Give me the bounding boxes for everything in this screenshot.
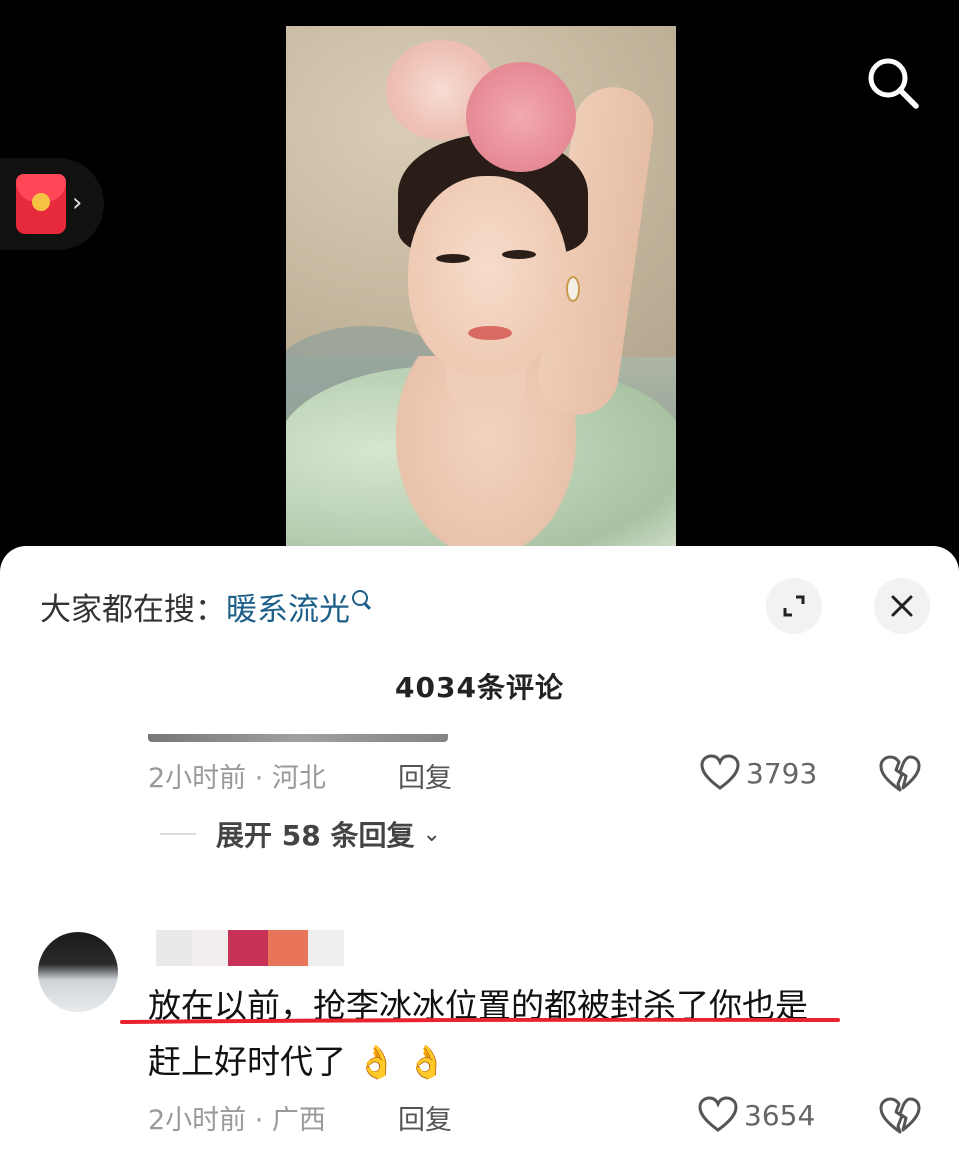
expand-icon [783,595,805,617]
chevron-down-icon: ⌄ [422,821,441,847]
ok-hand-emoji: 👌 [406,1043,447,1081]
video-frame [286,26,676,560]
dislike-button[interactable] [878,1096,922,1140]
heart-icon [698,1096,738,1132]
search-button[interactable] [862,52,922,112]
like-button[interactable]: 3793 [700,754,817,792]
ok-hand-emoji: 👌 [356,1043,397,1081]
red-envelope-icon [16,174,66,234]
comments-count-title: 4034条评论 [0,666,959,706]
avatar[interactable] [38,932,118,1012]
hot-search-bar: 大家都在搜：暖系流光 [40,584,368,629]
comment-text: 放在以前，抢李冰冰位置的都被封杀了你也是 赶上好时代了 👌 👌 [148,978,908,1090]
comment-text-line1: 放在以前，抢李冰冰位置的都被封杀了你也是 [148,986,808,1025]
comments-count-label: 4034条评论 [395,671,564,704]
comment-time-location: 2小时前 · 河北 [148,763,326,794]
hot-search-prefix: 大家都在搜： [40,592,226,628]
reply-button[interactable]: 回复 [398,756,452,795]
chevron-right-icon: › [72,188,83,218]
comment-sheet: 大家都在搜：暖系流光 4034条评论 2小时前 · 河北 回复 3793 展开 … [0,546,959,1164]
comment-time-location: 2小时前 · 广西 [148,1105,326,1136]
video-area[interactable]: › [0,0,959,560]
close-icon [891,595,913,617]
heart-icon [700,754,740,790]
like-count: 3654 [744,1098,816,1132]
expand-replies-label: 展开 58 条回复 [216,819,415,852]
divider-line [160,833,196,835]
red-packet-entry[interactable]: › [0,158,104,250]
hot-search-keyword[interactable]: 暖系流光 [226,592,350,628]
broken-heart-icon [879,1097,921,1134]
previous-comment-image [148,734,448,742]
close-button[interactable] [874,578,930,634]
username-blurred[interactable] [156,930,344,966]
dislike-button[interactable] [878,754,922,798]
like-count: 3793 [746,756,818,790]
broken-heart-icon [879,755,921,792]
search-small-icon [352,590,368,606]
search-icon [868,58,919,109]
red-underline-annotation [120,1018,840,1024]
expand-button[interactable] [766,578,822,634]
expand-replies-button[interactable]: 展开 58 条回复 ⌄ [160,814,441,854]
like-button[interactable]: 3654 [698,1096,815,1134]
comment-text-line2: 赶上好时代了 [148,1042,346,1081]
reply-button[interactable]: 回复 [398,1098,452,1137]
